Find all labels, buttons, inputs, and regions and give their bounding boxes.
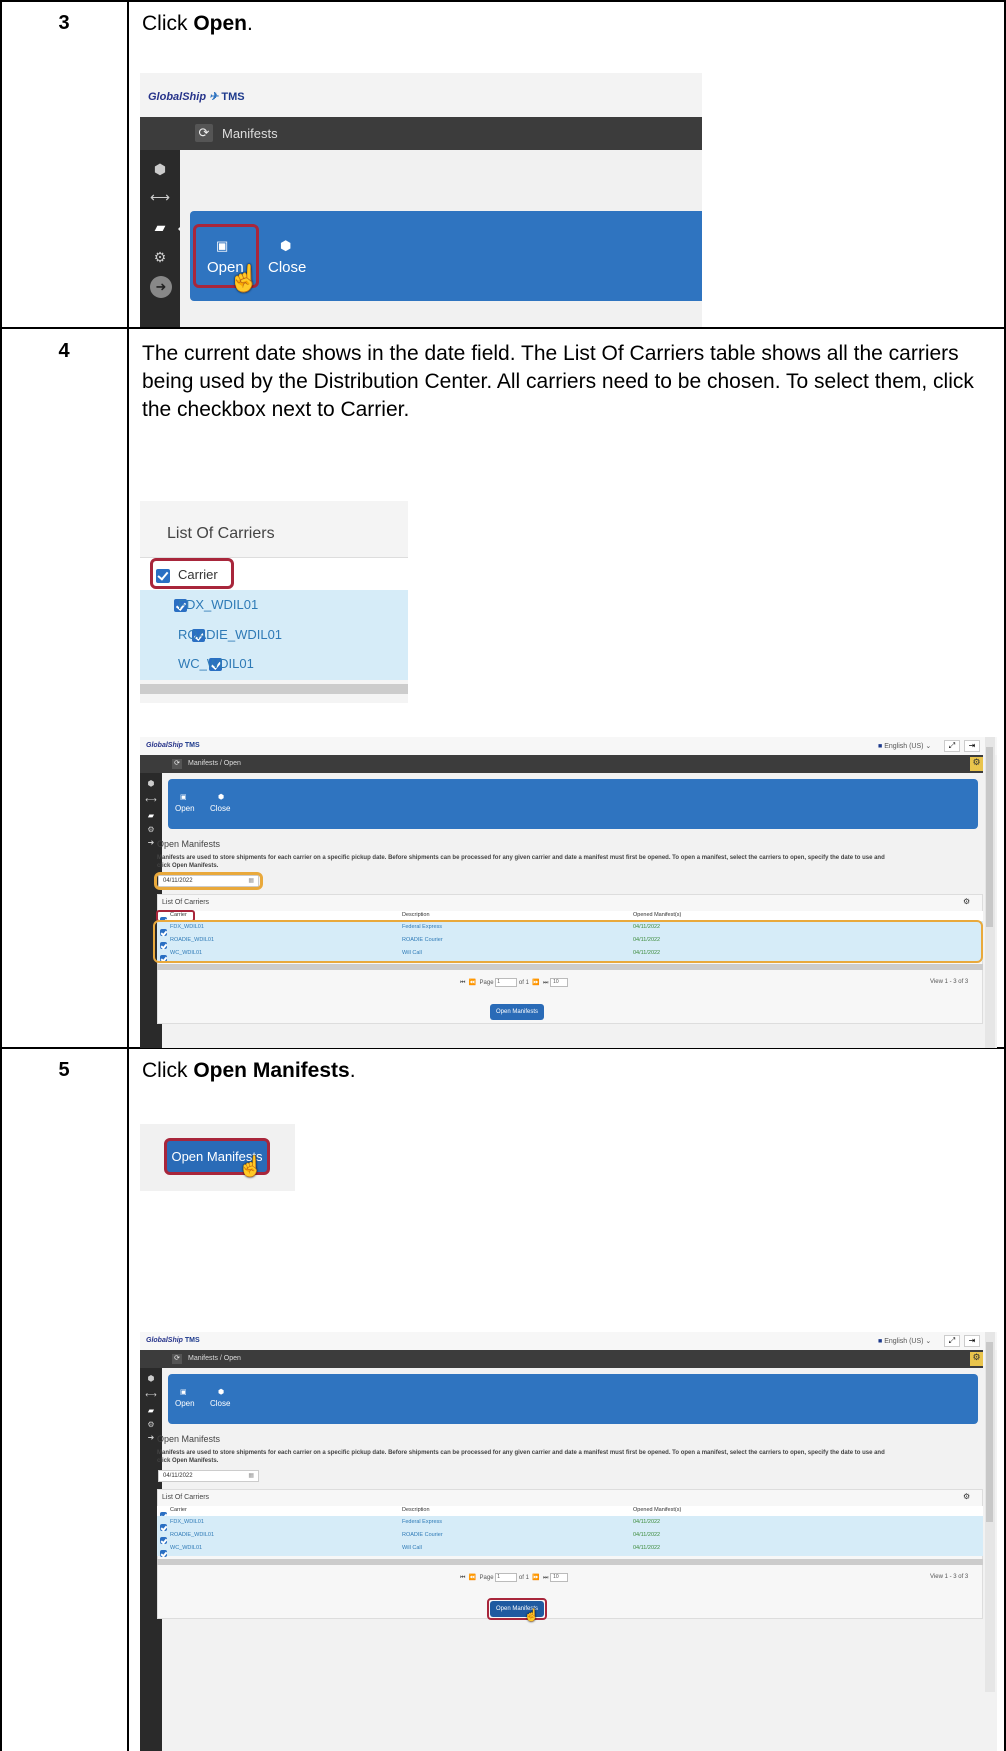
date-field[interactable]: 04/11/2022 ▦: [158, 1470, 259, 1482]
book-icon[interactable]: ▰: [148, 219, 172, 236]
description-column-header[interactable]: Description: [402, 912, 430, 918]
carrier-cell: WC_WDIL01: [170, 1545, 203, 1551]
page-title: Open Manifests: [157, 839, 221, 849]
step-4-full-screenshot: GlobalShip TMS ■ English (US) ⌄ ⤢ ⇥ ⟳ Ma…: [140, 737, 997, 1048]
opened-column-header[interactable]: Opened Manifest(s): [633, 1507, 681, 1513]
step-number-5: 5: [58, 1059, 70, 1081]
description-column-header[interactable]: Description: [402, 1507, 430, 1513]
gears-icon[interactable]: ⚙: [143, 1420, 159, 1429]
language-select[interactable]: ■ English (US) ⌄: [878, 742, 931, 750]
table-row[interactable]: FDX_WDIL01 Federal Express 04/11/2022: [157, 1517, 983, 1532]
box-icon[interactable]: ⬢: [148, 161, 172, 178]
logo-globe-icon: ✈: [209, 91, 219, 103]
opened-cell: 04/11/2022: [633, 1545, 661, 1551]
carrier-cell: ROADIE_WDIL01: [170, 1532, 215, 1538]
open-manifests-button[interactable]: Open Manifests: [490, 1004, 544, 1020]
language-select[interactable]: ■ English (US) ⌄: [878, 1337, 931, 1345]
breadcrumb: Manifests / Open: [188, 1355, 241, 1362]
table-scrollbar[interactable]: [157, 964, 983, 970]
arrow-circle-icon[interactable]: ➜: [150, 276, 172, 298]
instructions-text: Manifests are used to store shipments fo…: [157, 855, 885, 869]
step-5-instruction: Click Open Manifests.: [142, 1059, 356, 1082]
horizontal-scrollbar[interactable]: [140, 684, 408, 694]
carrier-column-header[interactable]: Carrier: [170, 1507, 187, 1513]
open-icon: ▣: [180, 794, 187, 801]
app-logo: GlobalShip TMS: [146, 742, 200, 749]
gears-icon[interactable]: ⚙: [148, 249, 172, 266]
refresh-icon[interactable]: ⟳: [172, 759, 182, 769]
table-scrollbar[interactable]: [157, 1559, 983, 1565]
pager[interactable]: ⏮ ⏪ Page 1 of 1 ⏩ ⏭ 10: [460, 978, 569, 987]
refresh-icon[interactable]: ⟳: [172, 1354, 182, 1364]
arrows-icon[interactable]: ⟷: [143, 795, 159, 804]
opened-cell: 04/11/2022: [633, 1519, 661, 1525]
box-icon[interactable]: ⬢: [143, 779, 159, 788]
close-icon: ⬢: [280, 238, 292, 253]
open-button[interactable]: Open: [175, 804, 195, 813]
book-icon[interactable]: ▰: [143, 1406, 159, 1415]
carriers-table-title: List Of Carriers: [162, 899, 210, 906]
page-title: Open Manifests: [157, 1434, 221, 1444]
carrier-cell: ROADIE_WDIL01: [178, 627, 283, 642]
carrier-cell: FDX_WDIL01: [170, 1519, 204, 1525]
fullscreen-icon[interactable]: ⤢: [944, 1335, 960, 1347]
step-5-full-screenshot: GlobalShip TMS ■ English (US) ⌄ ⤢ ⇥ ⟳ Ma…: [140, 1332, 997, 1751]
logout-icon[interactable]: ⇥: [964, 1335, 980, 1347]
carrier-cell: FDX_WDIL01: [178, 597, 259, 612]
table-row[interactable]: WC_WDIL01 Will Call 04/11/2022: [157, 1543, 983, 1558]
close-button[interactable]: Close: [210, 804, 230, 813]
carrier-cell: WC_WDIL01: [178, 656, 254, 671]
open-manifests-zoom-screenshot: Open Manifests ☝: [140, 1124, 295, 1191]
hand-cursor-icon: ☝: [238, 1156, 263, 1178]
view-count: View 1 - 3 of 3: [930, 979, 969, 985]
close-button[interactable]: Close: [268, 259, 306, 276]
calendar-icon[interactable]: ▦: [248, 1472, 254, 1479]
step-4-instruction: The current date shows in the date field…: [142, 342, 974, 421]
box-icon[interactable]: ⬢: [143, 1374, 159, 1383]
description-cell: ROADIE Courier: [402, 1532, 443, 1538]
hand-cursor-icon: ☝: [228, 263, 261, 293]
book-icon[interactable]: ▰: [143, 811, 159, 820]
description-cell: Will Call: [402, 1545, 422, 1551]
refresh-icon[interactable]: ⟳: [195, 124, 213, 142]
table-settings-icon[interactable]: ⚙: [963, 1492, 970, 1501]
open-button[interactable]: Open: [175, 1399, 195, 1408]
step-number-3: 3: [58, 12, 70, 34]
step-3-instruction: Click Open.: [142, 12, 253, 35]
fullscreen-icon[interactable]: ⤢: [944, 740, 960, 752]
view-count: View 1 - 3 of 3: [930, 1574, 969, 1580]
opened-column-header[interactable]: Opened Manifest(s): [633, 912, 681, 918]
app-logo: GlobalShip ✈ TMS: [148, 91, 245, 103]
row-checkbox[interactable]: [160, 1550, 167, 1558]
carriers-title-zoom: List Of Carriers: [167, 525, 275, 542]
settings-gear-icon[interactable]: ⚙: [970, 1352, 983, 1366]
instructions-text: Manifests are used to store shipments fo…: [157, 1450, 885, 1464]
carriers-zoom-screenshot: List Of Carriers Carrier FDX_WDIL01 ROAD…: [140, 501, 408, 703]
settings-gear-icon[interactable]: ⚙: [970, 757, 983, 771]
app-logo: GlobalShip TMS: [146, 1337, 200, 1344]
open-icon: ▣: [180, 1389, 187, 1396]
breadcrumb: Manifests / Open: [188, 760, 241, 767]
close-icon: ⬢: [218, 1389, 225, 1396]
arrows-icon[interactable]: ⟷: [148, 189, 172, 206]
close-icon: ⬢: [218, 794, 225, 801]
logout-icon[interactable]: ⇥: [964, 740, 980, 752]
opened-cell: 04/11/2022: [633, 1532, 661, 1538]
pager[interactable]: ⏮ ⏪ Page 1 of 1 ⏩ ⏭ 10: [460, 1573, 569, 1582]
step-number-4: 4: [58, 340, 70, 362]
carriers-table-title: List Of Carriers: [162, 1494, 210, 1501]
gears-icon[interactable]: ⚙: [143, 825, 159, 834]
table-settings-icon[interactable]: ⚙: [963, 897, 970, 906]
hand-cursor-icon: ☝: [524, 1608, 539, 1622]
description-cell: Federal Express: [402, 1519, 443, 1525]
close-button[interactable]: Close: [210, 1399, 230, 1408]
arrows-icon[interactable]: ⟷: [143, 1390, 159, 1399]
step-3-screenshot: GlobalShip ✈ TMS ⟳ Manifests ⬢ ⟷ ▰ ⚙ ➜ ▣…: [140, 73, 702, 327]
table-row[interactable]: ROADIE_WDIL01 ROADIE Courier 04/11/2022: [157, 1530, 983, 1545]
section-title: Manifests: [222, 126, 278, 141]
